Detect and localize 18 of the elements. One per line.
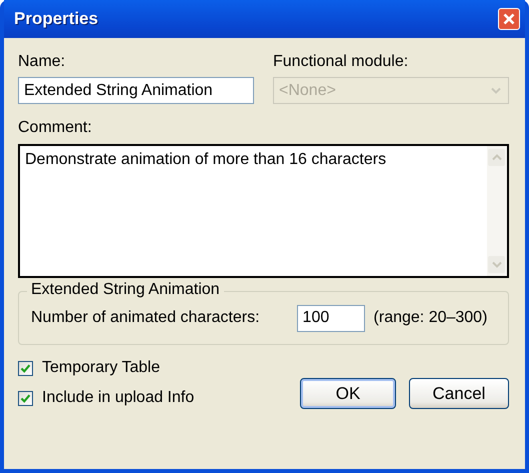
cancel-button[interactable]: Cancel [409, 378, 509, 409]
range-hint: (range: 20–300) [374, 309, 488, 327]
checkbox[interactable] [18, 390, 33, 406]
chevron-down-icon [490, 87, 500, 94]
close-button[interactable] [498, 8, 520, 30]
animated-characters-field[interactable]: 100 [296, 304, 365, 332]
window-title: Properties [14, 9, 98, 29]
checkbox[interactable] [18, 360, 33, 376]
functional-module-label: Functional module: [273, 52, 410, 72]
checkbox-label: Temporary Table [42, 359, 160, 377]
comment-label: Comment: [18, 118, 93, 138]
name-field[interactable]: Extended String Animation [18, 77, 254, 104]
group-title: Extended String Animation [27, 281, 224, 299]
name-label: Name: [18, 52, 66, 72]
close-icon [503, 13, 515, 25]
checkbox-label: Include in upload Info [42, 389, 194, 407]
ok-button[interactable]: OK [300, 378, 396, 409]
animated-characters-label: Number of animated characters: [31, 309, 260, 327]
